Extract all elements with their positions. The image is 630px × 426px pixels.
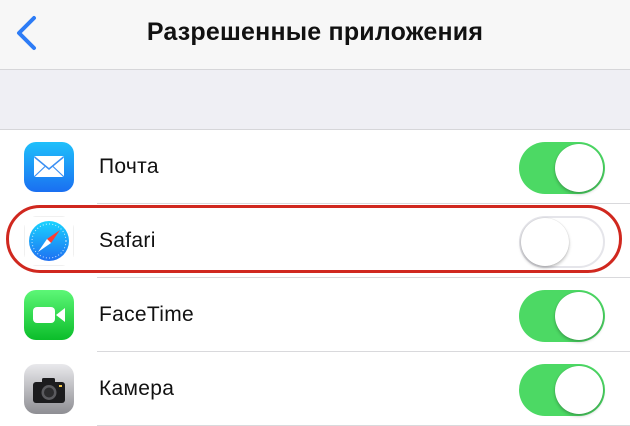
list-item-label: Safari xyxy=(99,229,156,252)
toggle-knob xyxy=(521,218,569,266)
list-item-label: Камера xyxy=(99,377,175,400)
camera-toggle[interactable] xyxy=(519,364,605,416)
toggle-knob xyxy=(555,292,603,340)
list-item-camera: Камера xyxy=(0,352,630,426)
list-item-label: Почта xyxy=(99,155,159,178)
camera-icon xyxy=(24,364,74,414)
mail-toggle[interactable] xyxy=(519,142,605,194)
safari-icon xyxy=(24,216,74,266)
allowed-apps-list: Почта Safari FaceTime Камера xyxy=(0,129,630,426)
toggle-knob xyxy=(555,366,603,414)
list-item-safari: Safari xyxy=(0,204,630,278)
mail-icon xyxy=(24,142,74,192)
facetime-icon xyxy=(24,290,74,340)
section-spacer xyxy=(0,70,630,129)
list-item-facetime: FaceTime xyxy=(0,278,630,352)
list-item-mail: Почта xyxy=(0,130,630,204)
facetime-toggle[interactable] xyxy=(519,290,605,342)
safari-toggle[interactable] xyxy=(519,216,605,268)
toggle-knob xyxy=(555,144,603,192)
navigation-bar: Разрешенные приложения xyxy=(0,0,630,70)
list-item-label: FaceTime xyxy=(99,303,194,326)
page-title: Разрешенные приложения xyxy=(146,18,484,46)
